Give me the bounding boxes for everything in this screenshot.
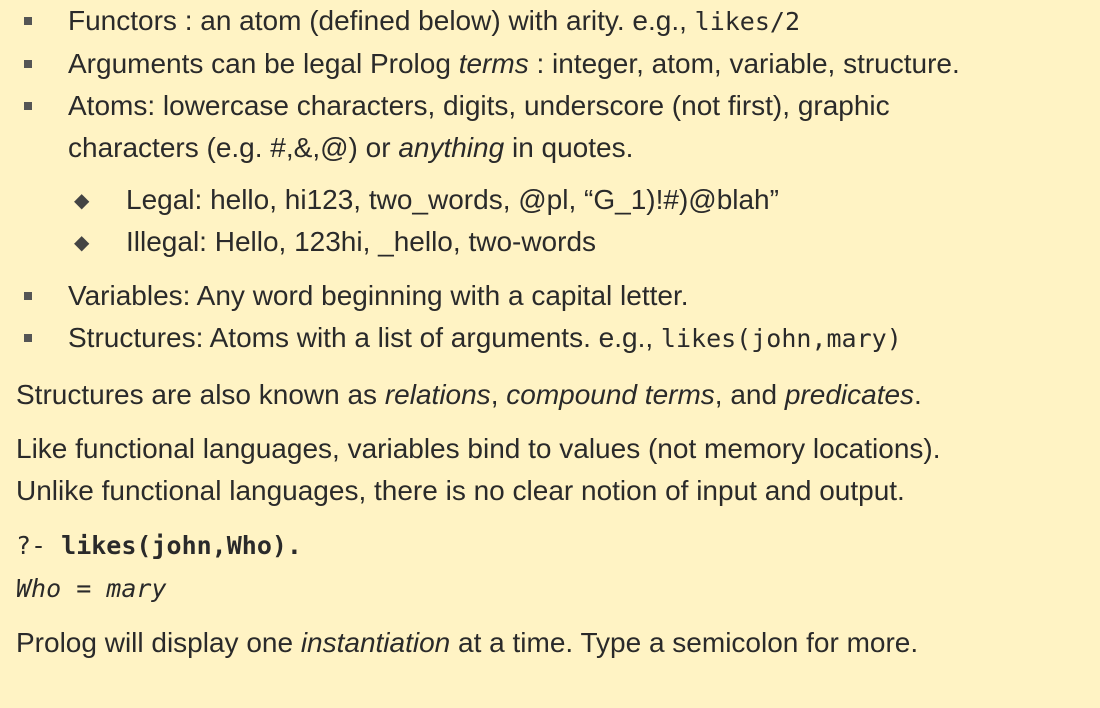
square-bullet-icon [24, 60, 32, 68]
bullet-atoms: Atoms: lowercase characters, digits, und… [16, 85, 1100, 263]
emphasis: instantiation [300, 627, 451, 658]
para-text: Prolog will display one [16, 627, 301, 658]
paragraph-instantiation: Prolog will display one instantiation at… [16, 622, 1100, 664]
code-snippet: likes(john,mary) [660, 324, 902, 353]
square-bullet-icon [24, 17, 32, 25]
para-text: , and [714, 379, 785, 410]
bullet-text: Structures: Atoms with a list of argumen… [68, 322, 661, 353]
emphasis: anything [398, 132, 505, 163]
bullet-list: Functors : an atom (defined below) with … [16, 0, 1100, 360]
emphasis: relations [384, 379, 491, 410]
prolog-query-block: ?- likes(john,Who). Who = mary [16, 524, 1100, 610]
bullet-variables: Variables: Any word beginning with a cap… [16, 275, 1100, 317]
bullet-arguments: Arguments can be legal Prolog terms : in… [16, 43, 1100, 85]
slide: Functors : an atom (defined below) with … [0, 0, 1100, 708]
sub-bullet-legal: ◆ Legal: hello, hi123, two_words, @pl, “… [68, 179, 1100, 221]
diamond-bullet-icon: ◆ [74, 232, 90, 254]
para-text: at a time. Type a semicolon for more. [450, 627, 919, 658]
para-text: , [490, 379, 507, 410]
query-text: likes(john,Who). [61, 531, 302, 560]
bullet-text: Functors : an atom (defined below) with … [68, 5, 695, 36]
query-prompt: ?- [16, 531, 62, 560]
emphasis: terms [458, 48, 529, 79]
square-bullet-icon [24, 334, 32, 342]
result-text: Who = mary [16, 574, 167, 603]
paragraph-functional: Like functional languages, variables bin… [16, 428, 1100, 512]
square-bullet-icon [24, 292, 32, 300]
para-text: Unlike functional languages, there is no… [16, 475, 905, 506]
sub-bullet-text: Illegal: Hello, 123hi, _hello, two-words [126, 226, 597, 257]
bullet-text: characters (e.g. #,&,@) or [68, 132, 399, 163]
para-text: . [914, 379, 922, 410]
bullet-text: Atoms: lowercase characters, digits, und… [68, 90, 890, 121]
para-text: Like functional languages, variables bin… [16, 433, 941, 464]
sub-bullet-text: Legal: hello, hi123, two_words, @pl, “G_… [126, 184, 779, 215]
bullet-functors: Functors : an atom (defined below) with … [16, 0, 1100, 43]
bullet-text: : integer, atom, variable, structure. [528, 48, 960, 79]
paragraph-structures: Structures are also known as relations , … [16, 374, 1100, 416]
query-result: Who = mary [16, 567, 1100, 610]
atoms-sublist: ◆ Legal: hello, hi123, two_words, @pl, “… [68, 179, 1100, 263]
bullet-text: in quotes. [504, 132, 634, 163]
emphasis: predicates [784, 379, 915, 410]
sub-bullet-illegal: ◆ Illegal: Hello, 123hi, _hello, two-wor… [68, 221, 1100, 263]
code-snippet: likes/2 [694, 7, 801, 36]
para-text: Structures are also known as [16, 379, 385, 410]
bullet-text: Variables: Any word beginning with a cap… [68, 280, 689, 311]
query-line: ?- likes(john,Who). [16, 524, 1100, 567]
diamond-bullet-icon: ◆ [74, 190, 90, 212]
square-bullet-icon [24, 102, 32, 110]
bullet-text: Arguments can be legal Prolog [68, 48, 459, 79]
emphasis: compound terms [506, 379, 715, 410]
bullet-structures: Structures: Atoms with a list of argumen… [16, 317, 1100, 360]
